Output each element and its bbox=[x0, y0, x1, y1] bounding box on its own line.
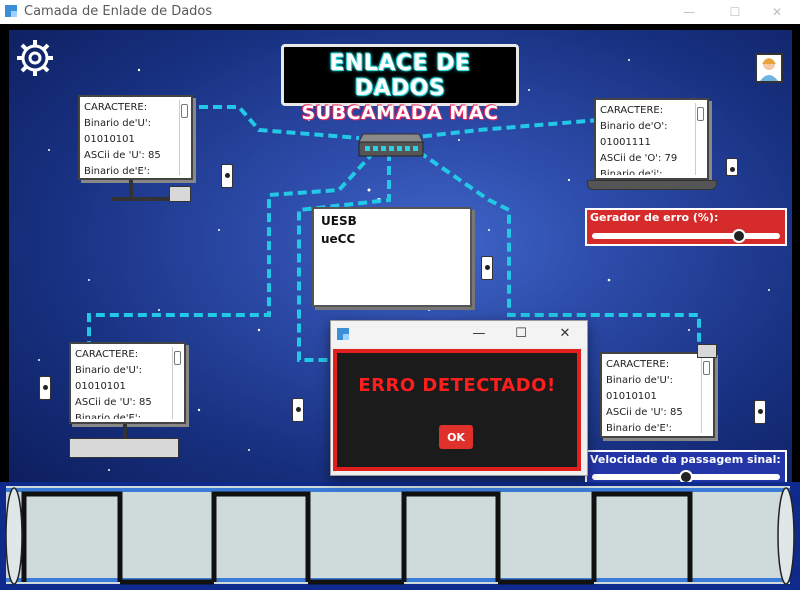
minimize-button[interactable]: — bbox=[666, 0, 712, 24]
log-line: Binario de'E': bbox=[84, 166, 150, 175]
scrollbar-thumb[interactable] bbox=[697, 107, 704, 121]
monitor-stand bbox=[123, 424, 127, 438]
computer-desktop-case bbox=[69, 438, 179, 458]
error-generator-slider[interactable] bbox=[731, 229, 746, 243]
log-line: Binario de'i': bbox=[600, 169, 663, 175]
log-line: ASCii de 'U': 85 bbox=[84, 150, 161, 161]
log-line: CARACTERE: bbox=[84, 102, 148, 113]
log-line: ASCii de 'U': 85 bbox=[606, 407, 683, 418]
signal-channel bbox=[0, 482, 800, 590]
scrollbar[interactable] bbox=[172, 347, 182, 419]
speed-panel: Velocidade da passagem sinal: bbox=[585, 450, 787, 486]
avatar-figure bbox=[760, 58, 778, 81]
computer-top-right-screen: CARACTERE: Binario de'O': 01001111 ASCii… bbox=[594, 98, 709, 180]
scrollbar[interactable] bbox=[695, 103, 705, 175]
scrollbar[interactable] bbox=[701, 357, 711, 433]
log-line: CARACTERE: bbox=[606, 359, 670, 370]
dialog-app-icon bbox=[337, 328, 349, 340]
log-line: Binario de'U': bbox=[84, 118, 151, 129]
title-banner: ENLACE DE DADOS SUBCAMADA MAC bbox=[281, 44, 519, 124]
laptop-base bbox=[587, 180, 717, 190]
dialog-titlebar: — ☐ ✕ bbox=[331, 321, 587, 347]
ok-button[interactable]: OK bbox=[439, 425, 473, 449]
power-outlet-icon bbox=[481, 256, 493, 280]
error-message: ERRO DETECTADO! bbox=[358, 375, 556, 396]
computer-top-left-log: CARACTERE: Binario de'U': 01010101 ASCii… bbox=[84, 100, 177, 175]
monitor-base bbox=[112, 197, 172, 201]
power-outlet-icon bbox=[754, 400, 766, 424]
computer-top-right-log: CARACTERE: Binario de'O': 01001111 ASCii… bbox=[600, 103, 693, 175]
scrollbar-thumb[interactable] bbox=[181, 104, 188, 118]
dialog-minimize-button[interactable]: — bbox=[459, 321, 499, 347]
log-line: 01010101 bbox=[75, 381, 126, 392]
log-line: Binario de'U': bbox=[606, 375, 673, 386]
error-dialog: — ☐ ✕ ERRO DETECTADO! OK bbox=[330, 320, 588, 476]
gear-icon[interactable] bbox=[15, 38, 55, 78]
log-line: CARACTERE: bbox=[75, 349, 139, 360]
dialog-close-button[interactable]: ✕ bbox=[545, 321, 585, 347]
log-line: Binario de'U': bbox=[75, 365, 142, 376]
window-titlebar: Camada de Enlade de Dados — ☐ ✕ bbox=[0, 0, 800, 24]
log-line: Binario de'O': bbox=[600, 121, 668, 132]
message-line: UESB bbox=[321, 214, 357, 228]
computer-bottom-left-log: CARACTERE: Binario de'U': 01010101 ASCii… bbox=[75, 347, 170, 419]
error-generator-track[interactable] bbox=[592, 233, 780, 239]
computer-bottom-right-screen: CARACTERE: Binario de'U': 01010101 ASCii… bbox=[600, 352, 715, 438]
mouse-icon bbox=[726, 158, 738, 176]
monitor-stand bbox=[129, 180, 133, 198]
log-line: 01010101 bbox=[84, 134, 135, 145]
scrollbar-thumb[interactable] bbox=[703, 361, 710, 375]
central-message-display: UESB ueCC bbox=[312, 207, 472, 307]
computer-tower bbox=[697, 344, 717, 358]
close-button[interactable]: ✕ bbox=[754, 0, 800, 24]
error-generator-label: Gerador de erro (%): bbox=[590, 211, 719, 224]
scrollbar-thumb[interactable] bbox=[174, 351, 181, 365]
log-line: 01001111 bbox=[600, 137, 651, 148]
power-outlet-icon bbox=[221, 164, 233, 188]
computer-tower bbox=[169, 186, 191, 202]
banner-subtitle: SUBCAMADA MAC bbox=[301, 102, 499, 124]
log-line: Binario de'E': bbox=[75, 413, 141, 419]
log-line: Binario de'E': bbox=[606, 423, 672, 433]
log-line: CARACTERE: bbox=[600, 105, 664, 116]
app-icon bbox=[5, 5, 17, 17]
computer-bottom-right-log: CARACTERE: Binario de'U': 01010101 ASCii… bbox=[606, 357, 699, 433]
error-generator-panel: Gerador de erro (%): bbox=[585, 208, 787, 246]
network-switch-icon bbox=[358, 133, 424, 157]
dialog-body: ERRO DETECTADO! OK bbox=[333, 349, 581, 471]
computer-bottom-left-screen: CARACTERE: Binario de'U': 01010101 ASCii… bbox=[69, 342, 186, 424]
power-outlet-icon bbox=[39, 376, 51, 400]
message-line: ueCC bbox=[321, 232, 356, 246]
window-title: Camada de Enlade de Dados bbox=[24, 4, 213, 19]
dialog-maximize-button[interactable]: ☐ bbox=[501, 321, 541, 347]
maximize-button[interactable]: ☐ bbox=[712, 0, 758, 24]
scrollbar[interactable] bbox=[179, 100, 189, 175]
log-line: ASCii de 'O': 79 bbox=[600, 153, 678, 164]
log-line: 01010101 bbox=[606, 391, 657, 402]
banner-title: ENLACE DE DADOS bbox=[329, 51, 471, 101]
simulation-scene: ENLACE DE DADOS SUBCAMADA MAC CARACTERE:… bbox=[0, 24, 800, 590]
power-outlet-icon bbox=[292, 398, 304, 422]
speed-label: Velocidade da passagem sinal: bbox=[590, 453, 781, 466]
computer-top-left-screen: CARACTERE: Binario de'U': 01010101 ASCii… bbox=[78, 95, 193, 180]
log-line: ASCii de 'U': 85 bbox=[75, 397, 152, 408]
user-avatar-icon[interactable] bbox=[755, 53, 783, 83]
